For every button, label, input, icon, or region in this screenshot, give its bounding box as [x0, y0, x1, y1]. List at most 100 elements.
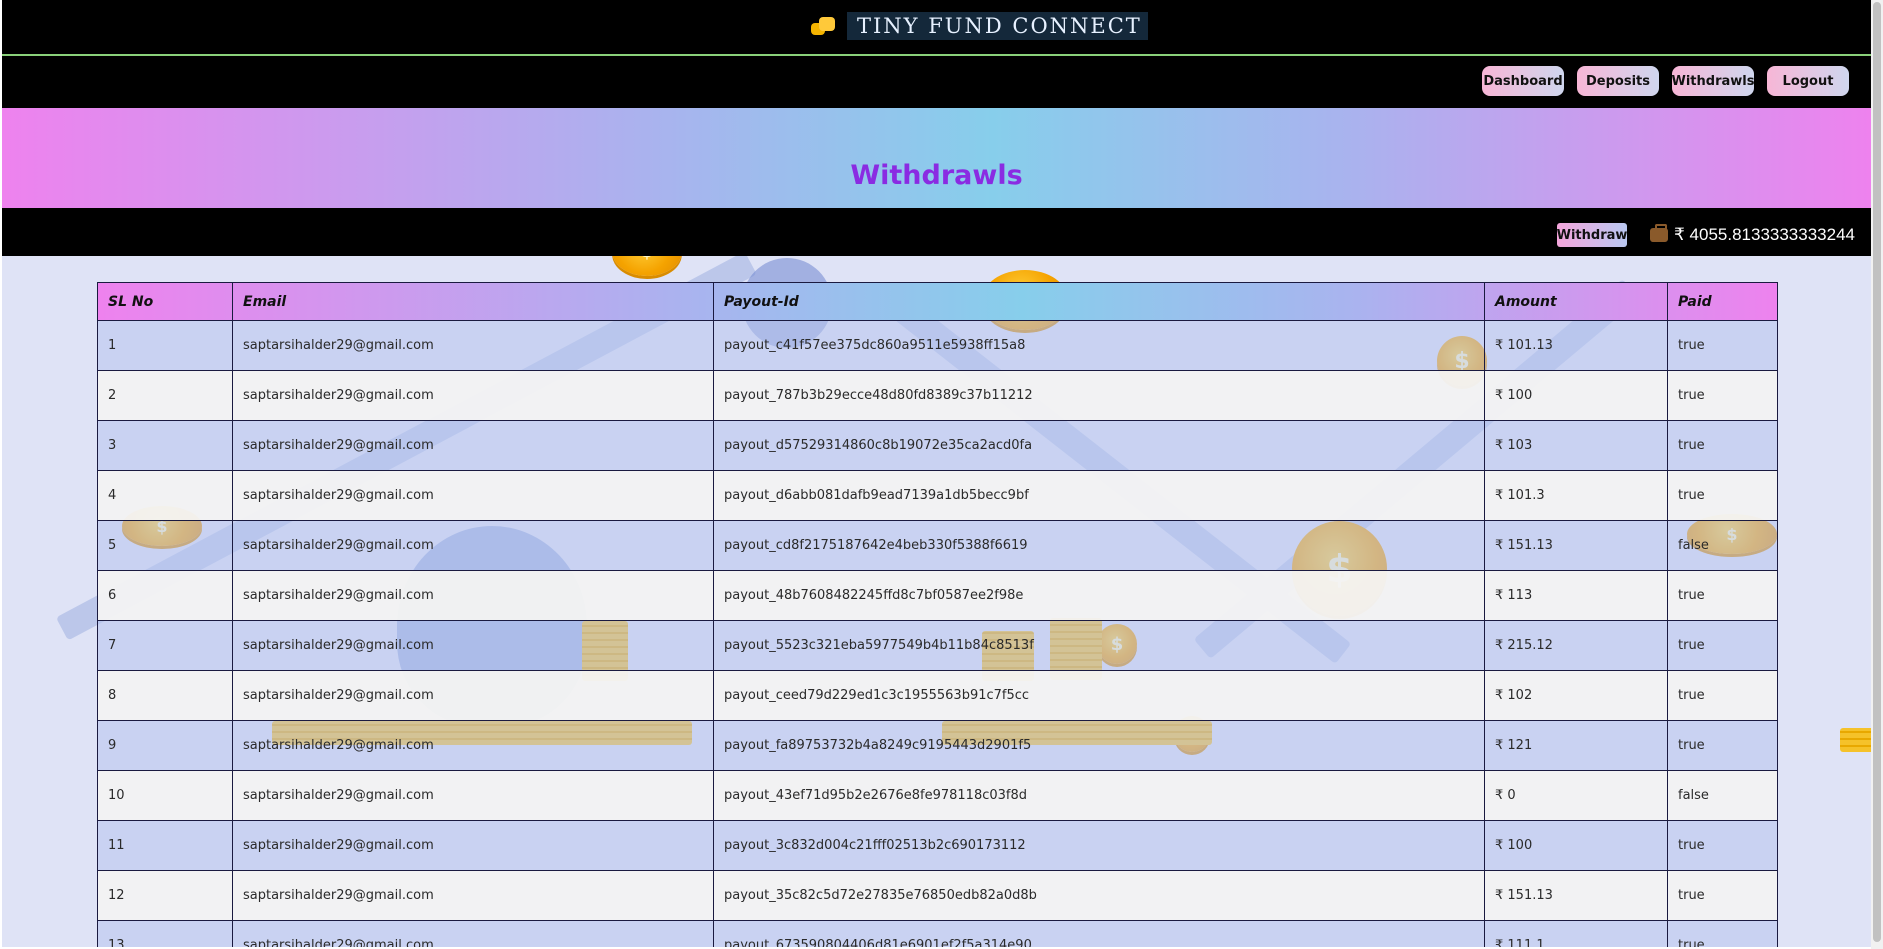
brand[interactable]: TINY FUND CONNECT	[805, 11, 1154, 41]
page-title: Withdrawls	[850, 160, 1023, 191]
cell-paid: true	[1667, 570, 1778, 621]
action-bar: Withdraw ₹ 4055.8133333333244	[2, 208, 1871, 256]
cell-paid: false	[1667, 520, 1778, 571]
cell-email: saptarsihalder29@gmail.com	[232, 870, 714, 921]
cell-payout-id: payout_787b3b29ecce48d80fd8389c37b11212	[713, 370, 1485, 421]
cell-email: saptarsihalder29@gmail.com	[232, 570, 714, 621]
cell-payout-id: payout_cd8f2175187642e4beb330f5388f6619	[713, 520, 1485, 571]
cell-amount: ₹ 100	[1484, 820, 1668, 871]
cell-paid: false	[1667, 770, 1778, 821]
page-frame: TINY FUND CONNECT Dashboard Deposits Wit…	[2, 0, 1871, 947]
cell-email: saptarsihalder29@gmail.com	[232, 820, 714, 871]
cell-payout-id: payout_fa89753732b4a8249c9195443d2901f5	[713, 720, 1485, 771]
cell-payout-id: payout_673590804406d81e6901ef2f5a314e90	[713, 920, 1485, 947]
cell-email: saptarsihalder29@gmail.com	[232, 370, 714, 421]
table-row: 8 saptarsihalder29@gmail.com payout_ceed79…	[97, 670, 1778, 721]
cell-email: saptarsihalder29@gmail.com	[232, 920, 714, 947]
cell-paid: true	[1667, 670, 1778, 721]
cell-amount: ₹ 121	[1484, 720, 1668, 771]
cell-paid: true	[1667, 620, 1778, 671]
header-amount: Amount	[1484, 282, 1668, 321]
coin-stack	[1840, 728, 1871, 752]
cell-sl-no: 13	[97, 920, 233, 947]
nav-dashboard-button[interactable]: Dashboard	[1482, 66, 1564, 96]
briefcase-icon	[1650, 224, 1668, 242]
table-row: 13 saptarsihalder29@gmail.com payout_67359…	[97, 920, 1778, 947]
cell-sl-no: 2	[97, 370, 233, 421]
cell-sl-no: 8	[97, 670, 233, 721]
cell-email: saptarsihalder29@gmail.com	[232, 720, 714, 771]
cell-paid: true	[1667, 870, 1778, 921]
brand-name: TINY FUND CONNECT	[847, 12, 1148, 40]
table-row: 11 saptarsihalder29@gmail.com payout_3c832…	[97, 820, 1778, 871]
cell-amount: ₹ 151.13	[1484, 870, 1668, 921]
header-sl-no: SL No	[97, 282, 233, 321]
cell-paid: true	[1667, 920, 1778, 947]
balance-amount: ₹ 4055.8133333333244	[1674, 225, 1855, 244]
cell-paid: true	[1667, 470, 1778, 521]
table-row: 2 saptarsihalder29@gmail.com payout_787b3b…	[97, 370, 1778, 421]
cell-amount: ₹ 101.3	[1484, 470, 1668, 521]
cell-payout-id: payout_d57529314860c8b19072e35ca2acd0fa	[713, 420, 1485, 471]
cell-sl-no: 10	[97, 770, 233, 821]
brand-bar: TINY FUND CONNECT	[2, 0, 1871, 56]
table-row: 4 saptarsihalder29@gmail.com payout_d6abb0…	[97, 470, 1778, 521]
cell-email: saptarsihalder29@gmail.com	[232, 470, 714, 521]
cell-amount: ₹ 111.1	[1484, 920, 1668, 947]
cell-sl-no: 3	[97, 420, 233, 471]
cell-sl-no: 4	[97, 470, 233, 521]
cell-email: saptarsihalder29@gmail.com	[232, 520, 714, 571]
withdrawals-table: SL No Email Payout-Id Amount Paid 1 sapta…	[97, 282, 1778, 947]
table-row: 7 saptarsihalder29@gmail.com payout_5523c3…	[97, 620, 1778, 671]
wallet-balance: ₹ 4055.8133333333244	[1650, 223, 1855, 247]
cell-email: saptarsihalder29@gmail.com	[232, 620, 714, 671]
table-row: 9 saptarsihalder29@gmail.com payout_fa8975…	[97, 720, 1778, 771]
table-row: 3 saptarsihalder29@gmail.com payout_d57529…	[97, 420, 1778, 471]
withdraw-button[interactable]: Withdraw	[1557, 223, 1627, 247]
cell-paid: true	[1667, 420, 1778, 471]
cell-payout-id: payout_c41f57ee375dc860a9511e5938ff15a8	[713, 320, 1485, 371]
cell-paid: true	[1667, 820, 1778, 871]
cell-amount: ₹ 0	[1484, 770, 1668, 821]
nav-withdrawls-button[interactable]: Withdrawls	[1672, 66, 1754, 96]
cell-payout-id: payout_43ef71d95b2e2676e8fe978118c03f8d	[713, 770, 1485, 821]
cell-amount: ₹ 103	[1484, 420, 1668, 471]
hero-banner: Withdrawls	[2, 108, 1871, 208]
coin-icon	[612, 256, 682, 276]
cell-paid: true	[1667, 720, 1778, 771]
table-row: 5 saptarsihalder29@gmail.com payout_cd8f21…	[97, 520, 1778, 571]
cell-sl-no: 1	[97, 320, 233, 371]
nav-logout-button[interactable]: Logout	[1767, 66, 1849, 96]
cell-paid: true	[1667, 370, 1778, 421]
cell-email: saptarsihalder29@gmail.com	[232, 770, 714, 821]
table-row: 12 saptarsihalder29@gmail.com payout_35c82…	[97, 870, 1778, 921]
cell-payout-id: payout_48b7608482245ffd8c7bf0587ee2f98e	[713, 570, 1485, 621]
cell-amount: ₹ 102	[1484, 670, 1668, 721]
header-payout-id: Payout-Id	[713, 282, 1485, 321]
cell-amount: ₹ 151.13	[1484, 520, 1668, 571]
cell-payout-id: payout_5523c321eba5977549b4b11b84c8513f	[713, 620, 1485, 671]
table-header-row: SL No Email Payout-Id Amount Paid	[97, 282, 1778, 321]
table-row: 1 saptarsihalder29@gmail.com payout_c41f57…	[97, 320, 1778, 371]
cell-payout-id: payout_ceed79d229ed1c3c1955563b91c7f5cc	[713, 670, 1485, 721]
table-row: 10 saptarsihalder29@gmail.com payout_43ef7…	[97, 770, 1778, 821]
cell-email: saptarsihalder29@gmail.com	[232, 420, 714, 471]
cell-paid: true	[1667, 320, 1778, 371]
cell-amount: ₹ 101.13	[1484, 320, 1668, 371]
cell-sl-no: 5	[97, 520, 233, 571]
cell-sl-no: 9	[97, 720, 233, 771]
scrollbar-thumb[interactable]	[1873, 2, 1881, 942]
cell-email: saptarsihalder29@gmail.com	[232, 320, 714, 371]
header-paid: Paid	[1667, 282, 1778, 321]
table-row: 6 saptarsihalder29@gmail.com payout_48b760…	[97, 570, 1778, 621]
cell-email: saptarsihalder29@gmail.com	[232, 670, 714, 721]
cell-sl-no: 6	[97, 570, 233, 621]
cell-payout-id: payout_3c832d004c21fff02513b2c690173112	[713, 820, 1485, 871]
nav-deposits-button[interactable]: Deposits	[1577, 66, 1659, 96]
cell-sl-no: 12	[97, 870, 233, 921]
vertical-scrollbar[interactable]	[1871, 0, 1883, 949]
cell-amount: ₹ 100	[1484, 370, 1668, 421]
cell-payout-id: payout_35c82c5d72e27835e76850edb82a0d8b	[713, 870, 1485, 921]
cell-amount: ₹ 113	[1484, 570, 1668, 621]
cell-sl-no: 11	[97, 820, 233, 871]
